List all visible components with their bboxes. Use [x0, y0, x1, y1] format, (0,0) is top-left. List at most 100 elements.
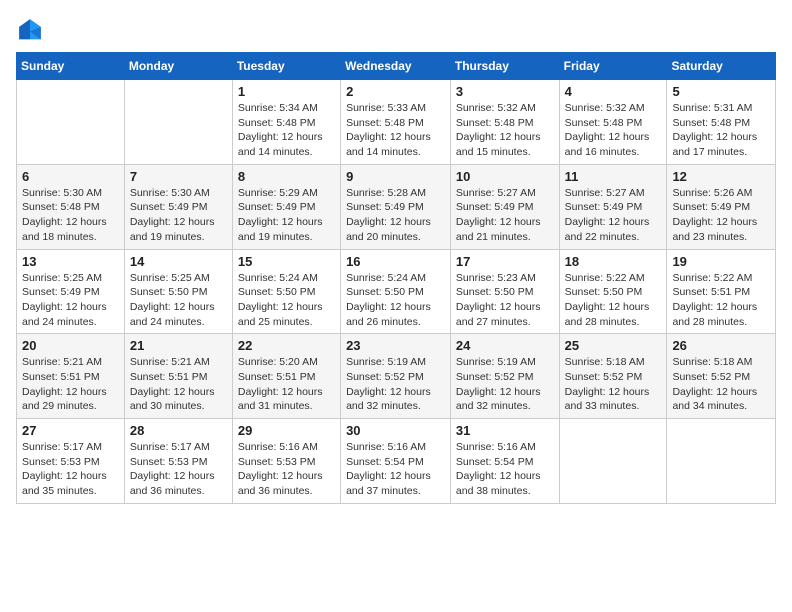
calendar-cell: 31 Sunrise: 5:16 AMSunset: 5:54 PMDayligh… [450, 419, 559, 504]
day-number: 27 [22, 423, 119, 438]
day-info: Sunrise: 5:25 AMSunset: 5:50 PMDaylight:… [130, 271, 227, 330]
day-info: Sunrise: 5:30 AMSunset: 5:48 PMDaylight:… [22, 186, 119, 245]
day-number: 29 [238, 423, 335, 438]
weekday-header: Tuesday [232, 53, 340, 80]
day-info: Sunrise: 5:32 AMSunset: 5:48 PMDaylight:… [456, 101, 554, 160]
day-info: Sunrise: 5:17 AMSunset: 5:53 PMDaylight:… [130, 440, 227, 499]
calendar-cell: 5 Sunrise: 5:31 AMSunset: 5:48 PMDaylight… [667, 80, 776, 165]
day-info: Sunrise: 5:18 AMSunset: 5:52 PMDaylight:… [672, 355, 770, 414]
day-info: Sunrise: 5:32 AMSunset: 5:48 PMDaylight:… [565, 101, 662, 160]
calendar-cell: 21 Sunrise: 5:21 AMSunset: 5:51 PMDayligh… [124, 334, 232, 419]
day-number: 14 [130, 254, 227, 269]
day-info: Sunrise: 5:28 AMSunset: 5:49 PMDaylight:… [346, 186, 445, 245]
calendar-cell: 1Sunrise: 5:34 AMSunset: 5:48 PMDaylight… [232, 80, 340, 165]
calendar-cell: 7 Sunrise: 5:30 AMSunset: 5:49 PMDaylight… [124, 164, 232, 249]
day-info: Sunrise: 5:24 AMSunset: 5:50 PMDaylight:… [346, 271, 445, 330]
calendar-cell [667, 419, 776, 504]
calendar-cell: 10 Sunrise: 5:27 AMSunset: 5:49 PMDayligh… [450, 164, 559, 249]
day-info: Sunrise: 5:17 AMSunset: 5:53 PMDaylight:… [22, 440, 119, 499]
calendar-cell [17, 80, 125, 165]
day-info: Sunrise: 5:21 AMSunset: 5:51 PMDaylight:… [130, 355, 227, 414]
day-info: Sunrise: 5:16 AMSunset: 5:53 PMDaylight:… [238, 440, 335, 499]
logo-icon [16, 16, 44, 44]
calendar-cell: 23Sunrise: 5:19 AMSunset: 5:52 PMDayligh… [341, 334, 451, 419]
day-number: 3 [456, 84, 554, 99]
day-info: Sunrise: 5:22 AMSunset: 5:51 PMDaylight:… [672, 271, 770, 330]
day-number: 18 [565, 254, 662, 269]
calendar-cell: 15 Sunrise: 5:24 AMSunset: 5:50 PMDayligh… [232, 249, 340, 334]
calendar-cell: 19 Sunrise: 5:22 AMSunset: 5:51 PMDayligh… [667, 249, 776, 334]
calendar-cell: 25 Sunrise: 5:18 AMSunset: 5:52 PMDayligh… [559, 334, 667, 419]
calendar-table: SundayMondayTuesdayWednesdayThursdayFrid… [16, 52, 776, 504]
day-number: 13 [22, 254, 119, 269]
day-number: 24 [456, 338, 554, 353]
day-info: Sunrise: 5:18 AMSunset: 5:52 PMDaylight:… [565, 355, 662, 414]
calendar-cell: 6 Sunrise: 5:30 AMSunset: 5:48 PMDaylight… [17, 164, 125, 249]
calendar-cell: 4Sunrise: 5:32 AMSunset: 5:48 PMDaylight… [559, 80, 667, 165]
day-info: Sunrise: 5:26 AMSunset: 5:49 PMDaylight:… [672, 186, 770, 245]
day-info: Sunrise: 5:23 AMSunset: 5:50 PMDaylight:… [456, 271, 554, 330]
day-number: 12 [672, 169, 770, 184]
calendar-cell: 9 Sunrise: 5:28 AMSunset: 5:49 PMDaylight… [341, 164, 451, 249]
day-info: Sunrise: 5:31 AMSunset: 5:48 PMDaylight:… [672, 101, 770, 160]
weekday-header: Monday [124, 53, 232, 80]
day-number: 20 [22, 338, 119, 353]
day-number: 10 [456, 169, 554, 184]
calendar-cell: 13 Sunrise: 5:25 AMSunset: 5:49 PMDayligh… [17, 249, 125, 334]
day-number: 19 [672, 254, 770, 269]
calendar-cell: 18 Sunrise: 5:22 AMSunset: 5:50 PMDayligh… [559, 249, 667, 334]
calendar-cell: 12 Sunrise: 5:26 AMSunset: 5:49 PMDayligh… [667, 164, 776, 249]
calendar-cell: 24 Sunrise: 5:19 AMSunset: 5:52 PMDayligh… [450, 334, 559, 419]
day-number: 8 [238, 169, 335, 184]
day-info: Sunrise: 5:21 AMSunset: 5:51 PMDaylight:… [22, 355, 119, 414]
calendar-cell: 8 Sunrise: 5:29 AMSunset: 5:49 PMDaylight… [232, 164, 340, 249]
day-number: 21 [130, 338, 227, 353]
calendar-cell [124, 80, 232, 165]
day-info: Sunrise: 5:20 AMSunset: 5:51 PMDaylight:… [238, 355, 335, 414]
calendar-cell: 11 Sunrise: 5:27 AMSunset: 5:49 PMDayligh… [559, 164, 667, 249]
day-number: 30 [346, 423, 445, 438]
day-number: 25 [565, 338, 662, 353]
calendar-cell: 14 Sunrise: 5:25 AMSunset: 5:50 PMDayligh… [124, 249, 232, 334]
day-number: 16 [346, 254, 445, 269]
day-info: Sunrise: 5:16 AMSunset: 5:54 PMDaylight:… [346, 440, 445, 499]
calendar-cell: 16 Sunrise: 5:24 AMSunset: 5:50 PMDayligh… [341, 249, 451, 334]
day-info: Sunrise: 5:19 AMSunset: 5:52 PMDaylight:… [456, 355, 554, 414]
day-info: Sunrise: 5:27 AMSunset: 5:49 PMDaylight:… [456, 186, 554, 245]
day-number: 31 [456, 423, 554, 438]
day-number: 26 [672, 338, 770, 353]
day-number: 9 [346, 169, 445, 184]
logo [16, 16, 48, 44]
weekday-header: Friday [559, 53, 667, 80]
calendar-cell: 30 Sunrise: 5:16 AMSunset: 5:54 PMDayligh… [341, 419, 451, 504]
weekday-header: Wednesday [341, 53, 451, 80]
day-number: 1 [238, 84, 335, 99]
day-info: Sunrise: 5:33 AMSunset: 5:48 PMDaylight:… [346, 101, 445, 160]
weekday-header: Saturday [667, 53, 776, 80]
day-info: Sunrise: 5:27 AMSunset: 5:49 PMDaylight:… [565, 186, 662, 245]
calendar-cell: 27 Sunrise: 5:17 AMSunset: 5:53 PMDayligh… [17, 419, 125, 504]
day-info: Sunrise: 5:16 AMSunset: 5:54 PMDaylight:… [456, 440, 554, 499]
calendar-header: SundayMondayTuesdayWednesdayThursdayFrid… [17, 53, 776, 80]
day-number: 6 [22, 169, 119, 184]
calendar-cell: 26 Sunrise: 5:18 AMSunset: 5:52 PMDayligh… [667, 334, 776, 419]
calendar-cell: 17 Sunrise: 5:23 AMSunset: 5:50 PMDayligh… [450, 249, 559, 334]
weekday-header: Thursday [450, 53, 559, 80]
calendar-cell: 28 Sunrise: 5:17 AMSunset: 5:53 PMDayligh… [124, 419, 232, 504]
day-info: Sunrise: 5:22 AMSunset: 5:50 PMDaylight:… [565, 271, 662, 330]
day-number: 7 [130, 169, 227, 184]
calendar-cell: 22 Sunrise: 5:20 AMSunset: 5:51 PMDayligh… [232, 334, 340, 419]
day-info: Sunrise: 5:30 AMSunset: 5:49 PMDaylight:… [130, 186, 227, 245]
day-info: Sunrise: 5:25 AMSunset: 5:49 PMDaylight:… [22, 271, 119, 330]
day-info: Sunrise: 5:24 AMSunset: 5:50 PMDaylight:… [238, 271, 335, 330]
day-number: 22 [238, 338, 335, 353]
day-number: 2 [346, 84, 445, 99]
day-info: Sunrise: 5:29 AMSunset: 5:49 PMDaylight:… [238, 186, 335, 245]
day-number: 17 [456, 254, 554, 269]
day-number: 28 [130, 423, 227, 438]
calendar-cell: 20 Sunrise: 5:21 AMSunset: 5:51 PMDayligh… [17, 334, 125, 419]
calendar-cell: 29 Sunrise: 5:16 AMSunset: 5:53 PMDayligh… [232, 419, 340, 504]
day-number: 5 [672, 84, 770, 99]
day-number: 11 [565, 169, 662, 184]
day-number: 15 [238, 254, 335, 269]
